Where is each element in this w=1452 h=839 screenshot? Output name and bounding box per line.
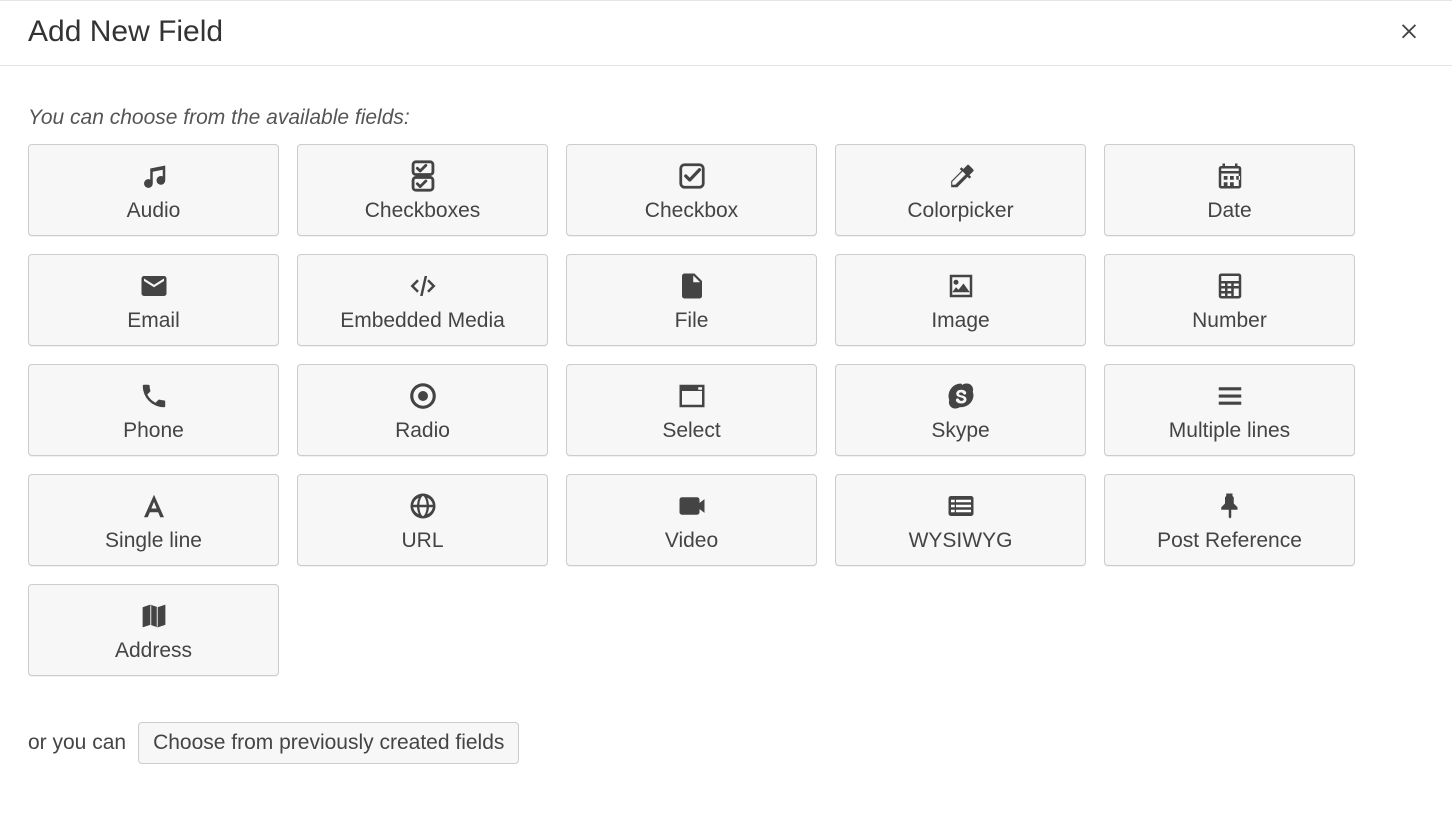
music-icon <box>139 157 169 195</box>
field-type-label: Date <box>1207 199 1251 223</box>
field-type-embedded-media[interactable]: Embedded Media <box>297 254 548 346</box>
eyedropper-icon <box>946 157 976 195</box>
list-alt-icon <box>946 487 976 525</box>
calculator-icon <box>1215 267 1245 305</box>
close-button[interactable] <box>1394 17 1424 47</box>
window-icon <box>677 377 707 415</box>
modal-title: Add New Field <box>28 15 223 49</box>
field-type-label: Number <box>1192 309 1267 333</box>
file-icon <box>677 267 707 305</box>
field-type-email[interactable]: Email <box>28 254 279 346</box>
image-icon <box>946 267 976 305</box>
modal-body: You can choose from the available fields… <box>0 66 1452 794</box>
field-type-label: Checkbox <box>645 199 738 223</box>
skype-icon <box>946 377 976 415</box>
field-type-audio[interactable]: Audio <box>28 144 279 236</box>
choose-existing-field-button[interactable]: Choose from previously created fields <box>138 722 519 764</box>
calendar-icon <box>1215 157 1245 195</box>
field-type-grid: Audio Checkboxes Checkbox Colorpicker Date Em… <box>28 144 1368 676</box>
dot-circle-icon <box>408 377 438 415</box>
envelope-icon <box>139 267 169 305</box>
field-type-video[interactable]: Video <box>566 474 817 566</box>
field-type-label: Embedded Media <box>340 309 505 333</box>
field-type-label: Video <box>665 529 718 553</box>
checklist-icon <box>406 157 440 195</box>
field-type-label: Select <box>662 419 720 443</box>
field-type-label: Image <box>931 309 989 333</box>
field-type-label: Multiple lines <box>1169 419 1290 443</box>
add-field-modal: Add New Field You can choose from the av… <box>0 0 1452 794</box>
field-type-label: Radio <box>395 419 450 443</box>
field-type-select[interactable]: Select <box>566 364 817 456</box>
thumbtack-icon <box>1215 487 1245 525</box>
field-type-radio[interactable]: Radio <box>297 364 548 456</box>
field-type-file[interactable]: File <box>566 254 817 346</box>
field-type-label: Post Reference <box>1157 529 1302 553</box>
field-type-label: Colorpicker <box>907 199 1013 223</box>
field-type-label: Single line <box>105 529 202 553</box>
field-type-label: WYSIWYG <box>909 529 1013 553</box>
field-type-label: File <box>675 309 709 333</box>
field-type-skype[interactable]: Skype <box>835 364 1086 456</box>
field-type-colorpicker[interactable]: Colorpicker <box>835 144 1086 236</box>
code-icon <box>408 267 438 305</box>
field-type-date[interactable]: Date <box>1104 144 1355 236</box>
field-chooser-subtitle: You can choose from the available fields… <box>28 106 1424 130</box>
field-type-checkbox[interactable]: Checkbox <box>566 144 817 236</box>
modal-header: Add New Field <box>0 1 1452 66</box>
field-type-url[interactable]: URL <box>297 474 548 566</box>
field-type-wysiwyg[interactable]: WYSIWYG <box>835 474 1086 566</box>
field-type-label: Audio <box>127 199 181 223</box>
field-type-multiple-lines[interactable]: Multiple lines <box>1104 364 1355 456</box>
globe-icon <box>408 487 438 525</box>
modal-footer-line: or you can Choose from previously create… <box>28 722 1424 764</box>
field-type-checkboxes[interactable]: Checkboxes <box>297 144 548 236</box>
font-icon <box>139 487 169 525</box>
video-icon <box>677 487 707 525</box>
field-type-label: Skype <box>931 419 989 443</box>
bars-icon <box>1215 377 1245 415</box>
close-icon <box>1398 15 1420 48</box>
field-type-address[interactable]: Address <box>28 584 279 676</box>
footer-or-text: or you can <box>28 731 126 755</box>
map-icon <box>139 597 169 635</box>
field-type-single-line[interactable]: Single line <box>28 474 279 566</box>
phone-icon <box>139 377 169 415</box>
field-type-image[interactable]: Image <box>835 254 1086 346</box>
field-type-number[interactable]: Number <box>1104 254 1355 346</box>
checkbox-icon <box>677 157 707 195</box>
field-type-post-reference[interactable]: Post Reference <box>1104 474 1355 566</box>
field-type-phone[interactable]: Phone <box>28 364 279 456</box>
field-type-label: Phone <box>123 419 184 443</box>
field-type-label: Address <box>115 639 192 663</box>
field-type-label: Checkboxes <box>365 199 481 223</box>
field-type-label: URL <box>401 529 443 553</box>
field-type-label: Email <box>127 309 180 333</box>
